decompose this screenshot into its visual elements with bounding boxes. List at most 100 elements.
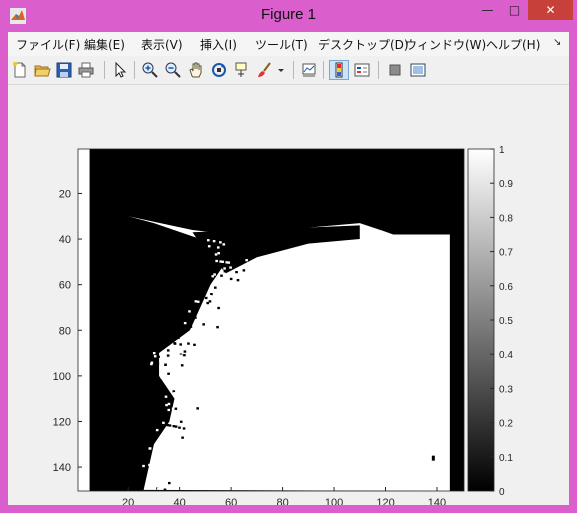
open-file-icon[interactable]	[32, 60, 52, 80]
x-tick-label: 80	[276, 497, 288, 505]
toolbar-separator	[378, 61, 379, 79]
image-noise-speck	[209, 295, 212, 298]
image-noise-speck	[166, 423, 170, 427]
image-noise-speck	[186, 410, 190, 413]
image-noise-speck	[187, 342, 190, 345]
image-noise-speck	[173, 461, 176, 464]
image-noise-speck	[155, 428, 159, 432]
image-noise-speck	[202, 323, 205, 326]
close-button[interactable]: ✕	[528, 0, 573, 20]
image-noise-speck	[217, 252, 220, 255]
figure-plot[interactable]: 20 40 60 80 100 120 14020406080100120140 00.10…	[8, 85, 569, 505]
image-noise-speck	[189, 325, 193, 328]
image-noise-speck	[214, 253, 218, 256]
image-noise-speck	[196, 300, 200, 303]
pointer-icon[interactable]	[110, 60, 130, 80]
image-noise-speck	[187, 414, 191, 418]
menu-desktop[interactable]: デスクトップ(D)	[318, 36, 409, 53]
image-noise-speck	[183, 350, 187, 353]
image-noise-speck	[157, 355, 160, 358]
image-noise-speck	[179, 354, 183, 357]
image-noise-speck	[245, 259, 248, 262]
image-noise-speck	[194, 300, 198, 303]
image-noise-speck	[172, 447, 176, 450]
image-noise-speck	[173, 342, 177, 345]
image-noise-speck	[183, 354, 186, 357]
minimize-button[interactable]: —	[474, 0, 501, 20]
rotate-3d-icon[interactable]	[209, 60, 229, 80]
image-noise-speck	[219, 241, 222, 244]
image-noise-speck	[152, 352, 156, 355]
image-noise-speck	[186, 315, 190, 318]
brush-dropdown-icon[interactable]	[276, 60, 286, 80]
image-noise-speck	[193, 343, 196, 346]
x-tick-label: 40	[174, 497, 186, 505]
menu-overflow-arrow[interactable]: ↘	[553, 37, 561, 48]
image-noise-speck	[148, 447, 152, 450]
y-tick-label: 140	[53, 462, 71, 474]
colorbar-tick-label: 0.2	[499, 419, 513, 430]
colorbar-tick-label: 0.1	[499, 453, 513, 464]
zoom-out-icon[interactable]	[163, 60, 183, 80]
x-tick-label: 100	[325, 497, 343, 505]
image-noise-speck	[188, 310, 191, 313]
image-noise-speck	[226, 269, 229, 272]
menu-insert[interactable]: 挿入(I)	[200, 36, 237, 53]
image-noise-speck	[181, 436, 184, 439]
y-tick-label: 60	[59, 280, 71, 292]
link-plot-icon[interactable]	[299, 60, 319, 80]
print-icon[interactable]	[76, 60, 96, 80]
image-noise-speck	[206, 301, 210, 305]
menu-file[interactable]: ファイル(F)	[16, 36, 80, 53]
image-noise-speck	[173, 378, 176, 381]
y-tick-label: 80	[59, 325, 71, 337]
menu-edit[interactable]: 編集(E)	[84, 36, 125, 53]
image-noise-speck	[223, 267, 226, 270]
x-tick-label: 140	[428, 497, 446, 505]
image-noise-speck	[207, 316, 211, 320]
menu-window[interactable]: ウィンドウ(W)	[405, 36, 486, 53]
hide-plot-tools-icon[interactable]	[385, 60, 405, 80]
pan-hand-icon[interactable]	[186, 60, 206, 80]
image-noise-speck	[180, 404, 183, 408]
menu-help[interactable]: ヘルプ(H)	[486, 36, 540, 53]
image-noise-speck	[204, 296, 208, 300]
image-noise-speck	[160, 376, 164, 379]
image-noise-speck	[157, 477, 160, 480]
image-noise-speck	[179, 393, 183, 396]
menu-view[interactable]: 表示(V)	[141, 36, 183, 53]
image-noise-speck	[207, 245, 211, 248]
image-noise-speck	[163, 432, 167, 436]
image-noise-speck	[165, 403, 168, 407]
colorbar-tick-label: 0.9	[499, 179, 513, 190]
menu-tools[interactable]: ツール(T)	[255, 36, 308, 53]
maximize-button[interactable]: □	[501, 0, 528, 20]
data-cursor-icon[interactable]	[232, 60, 252, 80]
image-noise-speck	[216, 246, 220, 249]
image-noise-speck	[216, 326, 219, 329]
new-figure-icon[interactable]	[10, 60, 30, 80]
image-noise-speck	[156, 362, 160, 365]
image-noise-speck	[220, 274, 223, 277]
image-noise-speck	[176, 397, 179, 400]
image-noise-speck	[237, 251, 241, 254]
image-noise-speck	[167, 372, 170, 375]
colorbar-icon[interactable]	[329, 60, 349, 80]
colorbar-tick-label: 1	[499, 145, 505, 156]
image-noise-speck	[215, 259, 218, 263]
image-noise-speck	[166, 354, 170, 357]
image-noise-speck	[174, 425, 178, 428]
image-noise-speck	[157, 466, 160, 469]
image-noise-speck	[185, 382, 188, 385]
image-noise-speck	[173, 392, 176, 395]
brush-icon[interactable]	[255, 60, 275, 80]
image-dark-spot	[431, 455, 435, 461]
save-icon[interactable]	[54, 60, 74, 80]
image-noise-speck	[213, 303, 217, 306]
legend-icon[interactable]	[352, 60, 372, 80]
image-noise-speck	[151, 461, 155, 465]
image-noise-speck	[229, 277, 233, 281]
x-tick-label: 120	[376, 497, 394, 505]
show-plot-tools-icon[interactable]	[408, 60, 428, 80]
zoom-in-icon[interactable]	[140, 60, 160, 80]
